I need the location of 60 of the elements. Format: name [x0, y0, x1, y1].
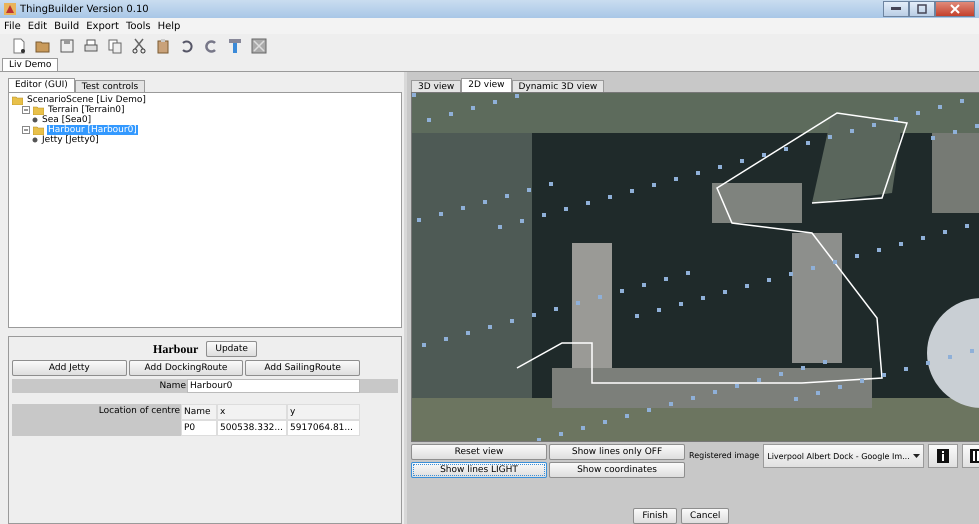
field-label: Name — [158, 380, 187, 393]
add-button[interactable]: Add SailingRoute — [245, 360, 360, 376]
minimize-icon — [891, 7, 901, 11]
info-icon — [936, 449, 949, 463]
close-icon — [950, 4, 960, 14]
maximize-icon — [917, 4, 927, 14]
collapse-icon[interactable] — [22, 126, 30, 134]
tree-item[interactable]: ScenarioScene [Liv Demo] — [26, 95, 147, 105]
dialog-button[interactable]: Finish — [633, 508, 677, 524]
folder-icon — [33, 126, 44, 134]
menu-item[interactable]: File — [4, 20, 21, 32]
dialog-button[interactable]: Cancel — [680, 508, 730, 524]
field-label: Location of centre — [98, 405, 181, 418]
view-tab[interactable]: Dynamic 3D view — [512, 80, 604, 92]
view-button[interactable]: Show lines only OFF — [549, 444, 685, 460]
column-header: x — [217, 404, 287, 420]
panel-tab[interactable]: Test controls — [74, 80, 146, 92]
folder-icon — [12, 96, 23, 104]
update-button[interactable]: Update — [206, 341, 257, 357]
caret-icon — [912, 454, 920, 458]
section-heading: Harbour — [153, 342, 198, 356]
info-button[interactable] — [928, 444, 958, 468]
collapse-icon[interactable] — [22, 106, 30, 114]
minimize-button[interactable] — [883, 1, 909, 17]
leaf-dot-icon — [32, 137, 38, 143]
tree-item[interactable]: Terrain [Terrain0] — [47, 105, 126, 115]
name-field[interactable]: Harbour0 — [187, 379, 360, 393]
view-button[interactable]: Show coordinates — [549, 462, 685, 478]
table-cell: 5917064.81... — [287, 420, 360, 436]
view-button[interactable]: Reset view — [411, 444, 547, 460]
view-button[interactable]: Show lines LIGHT — [411, 462, 547, 478]
document-tab[interactable]: Liv Demo — [2, 58, 58, 71]
folder-icon — [33, 106, 44, 114]
add-button[interactable]: Add Jetty — [12, 360, 127, 376]
close-button[interactable] — [935, 1, 975, 17]
view-tab[interactable]: 2D view — [461, 78, 512, 92]
window-title: ThingBuilder Version 0.10 — [20, 4, 149, 14]
table-cell: P0 — [181, 420, 217, 436]
column-header: y — [287, 404, 360, 420]
maximize-button[interactable] — [909, 1, 935, 17]
field-label: Registered image — [689, 451, 760, 460]
copy-icon[interactable] — [106, 37, 124, 55]
cut-icon[interactable] — [130, 37, 148, 55]
tree-item[interactable]: Jetty [Jetty0] — [41, 135, 100, 145]
menu-item[interactable]: Tools — [126, 20, 151, 32]
save-icon[interactable] — [58, 37, 76, 55]
image-dropdown[interactable]: Liverpool Albert Dock - Google Im... — [763, 444, 924, 468]
table-cell: 500538.332... — [217, 420, 287, 436]
add-button[interactable]: Add DockingRoute — [128, 360, 244, 376]
column-header: Name — [181, 404, 217, 420]
panel-tab[interactable]: Editor (GUI) — [8, 78, 75, 92]
leaf-dot-icon — [32, 117, 38, 123]
menu-item[interactable]: Export — [86, 20, 119, 32]
menu-item[interactable]: Build — [54, 20, 80, 32]
close-box-icon[interactable] — [250, 37, 268, 55]
menu-item[interactable]: Edit — [28, 20, 48, 32]
app-icon — [4, 3, 16, 15]
menu-item[interactable]: Help — [158, 20, 180, 32]
tree-item[interactable]: Sea [Sea0] — [41, 115, 92, 125]
view-tab[interactable]: 3D view — [411, 80, 462, 92]
